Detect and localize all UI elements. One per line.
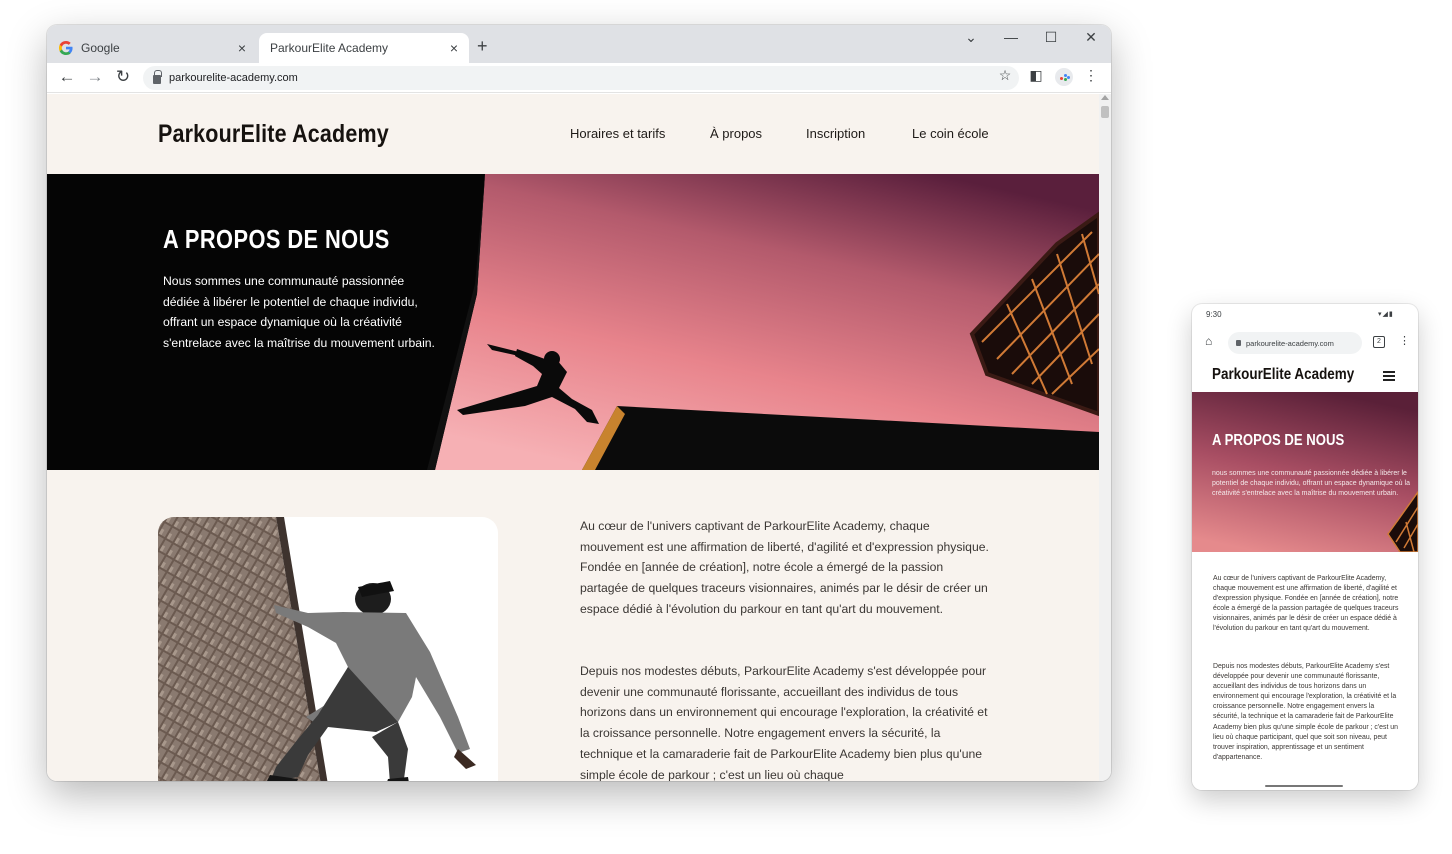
back-icon[interactable]: ← [56,67,78,87]
mobile-hero-banner: A PROPOS DE NOUS nous sommes une communa… [1192,392,1418,552]
site-header: ParkourElite Academy Horaires et tarifs … [47,94,1099,174]
tab-title: ParkourElite Academy [270,41,389,55]
site-logo[interactable]: ParkourElite Academy [158,120,389,149]
scroll-thumb[interactable] [1101,106,1109,118]
gesture-handle[interactable] [1265,785,1343,787]
mobile-paragraph-1: Au cœur de l'univers captivant de Parkou… [1213,575,1399,633]
lock-icon [1236,340,1241,346]
new-tab-button[interactable]: + [477,36,488,57]
tab-strip: Google × ParkourElite Academy × + ⌄ — ☐ … [47,25,1111,63]
browser-toolbar: ← → ↻ parkourelite-academy.com ☆ ◧ ⋮ [47,63,1111,93]
nav-coin-ecole[interactable]: Le coin école [912,126,989,141]
side-panel-icon[interactable]: ◧ [1026,67,1046,84]
nav-a-propos[interactable]: À propos [710,126,762,141]
page-viewport: ParkourElite Academy Horaires et tarifs … [47,94,1099,781]
minimize-button[interactable]: — [999,29,1023,45]
about-section: Au cœur de l'univers captivant de Parkou… [47,470,1099,781]
more-menu-icon[interactable]: ⋮ [1081,67,1101,84]
google-icon [59,41,73,55]
url-text: parkourelite-academy.com [169,72,298,84]
tab-count-button[interactable]: 2 [1373,336,1385,348]
mobile-paragraph-2: Depuis nos modestes débuts, ParkourElite… [1213,663,1398,761]
tab-parkourelite[interactable]: ParkourElite Academy × [259,33,469,63]
vertical-scrollbar[interactable] [1099,94,1111,781]
close-window-button[interactable]: ✕ [1079,29,1103,46]
scroll-up-arrow[interactable] [1101,95,1109,100]
wall-climber-photo [158,517,498,781]
tab-title: Google [81,41,120,55]
mobile-phone-preview: 9:30 ▾◢▮ ⌂ parkourelite-academy.com 2 ⋮ … [1192,304,1418,790]
mobile-address-bar[interactable]: parkourelite-academy.com [1228,332,1362,354]
mobile-site-header: ParkourElite Academy [1192,362,1418,392]
address-bar[interactable]: parkourelite-academy.com [143,66,1019,90]
status-time: 9:30 [1206,310,1222,319]
hero-banner: A PROPOS DE NOUS Nous sommes une communa… [47,174,1099,470]
close-tab-icon[interactable]: × [231,40,253,56]
tab-google[interactable]: Google × [47,33,257,63]
wall-climber-image [158,517,476,781]
close-tab-icon[interactable]: × [443,40,465,56]
extension-icon[interactable] [1055,68,1073,86]
nav-inscription[interactable]: Inscription [806,126,865,141]
hamburger-menu-icon[interactable] [1383,371,1395,381]
about-paragraph-2: Depuis nos modestes débuts, ParkourElite… [580,664,988,781]
lock-icon [153,69,162,84]
mobile-hero-title: A PROPOS DE NOUS [1212,432,1345,449]
mobile-more-icon[interactable]: ⋮ [1399,334,1410,347]
forward-icon[interactable]: → [84,67,106,87]
desktop-browser-window: Google × ParkourElite Academy × + ⌄ — ☐ … [47,25,1111,781]
hero-title: A PROPOS DE NOUS [163,224,390,254]
mobile-url-text: parkourelite-academy.com [1246,338,1334,348]
hero-text: Nous sommes une communauté passionnée dé… [163,274,435,351]
bookmark-star-icon[interactable]: ☆ [995,67,1015,84]
mobile-about-section: Au cœur de l'univers captivant de Parkou… [1192,552,1418,790]
about-paragraph-1: Au cœur de l'univers captivant de Parkou… [580,519,989,616]
status-icons: ▾◢▮ [1378,311,1394,318]
mobile-site-logo[interactable]: ParkourElite Academy [1212,366,1354,384]
mobile-hero-text: nous sommes une communauté passionnée dé… [1212,470,1410,497]
home-icon[interactable]: ⌂ [1205,334,1212,348]
reload-icon[interactable]: ↻ [112,67,134,87]
tab-search-icon[interactable]: ⌄ [959,29,983,46]
nav-horaires-tarifs[interactable]: Horaires et tarifs [570,126,665,141]
maximize-button[interactable]: ☐ [1039,29,1063,46]
